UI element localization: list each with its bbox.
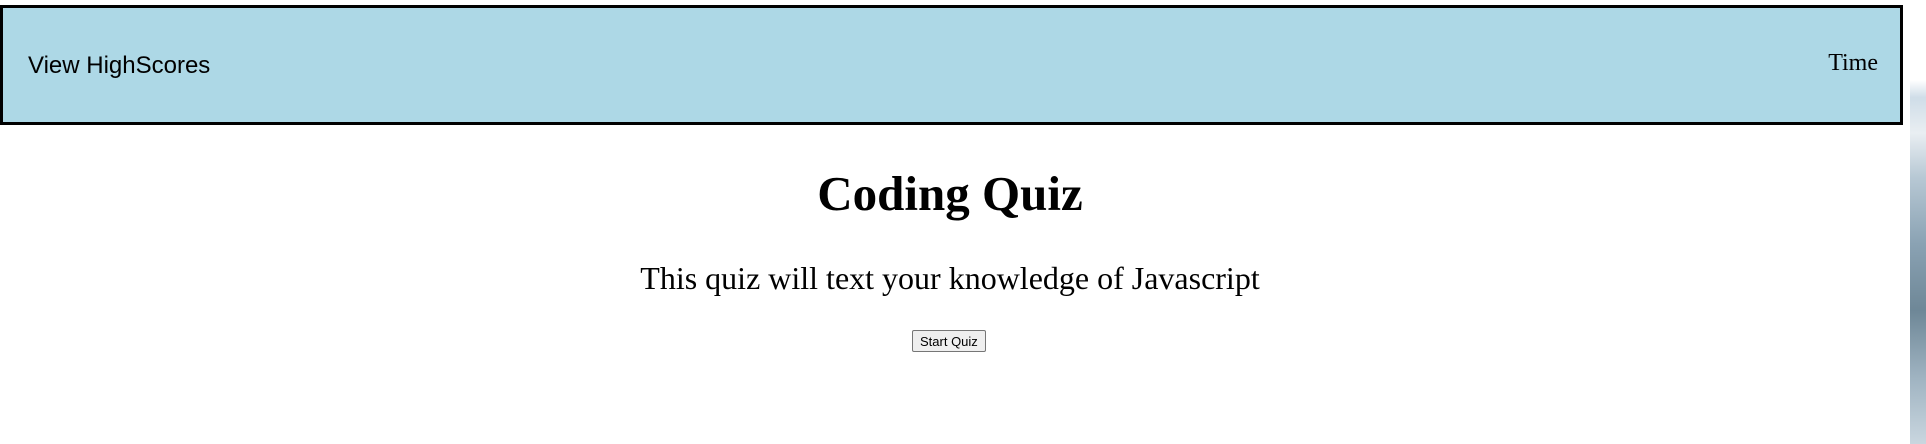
start-quiz-button[interactable]: Start Quiz (912, 330, 986, 352)
page-title: Coding Quiz (817, 166, 1083, 221)
desktop-background-sliver (1910, 0, 1926, 444)
time-display: Time (1828, 50, 1878, 76)
quiz-page: View HighScores Time Coding Quiz This qu… (0, 0, 1910, 444)
header-bar: View HighScores Time (0, 5, 1903, 125)
view-highscores-link[interactable]: View HighScores (28, 52, 210, 80)
quiz-description: This quiz will text your knowledge of Ja… (640, 260, 1260, 296)
